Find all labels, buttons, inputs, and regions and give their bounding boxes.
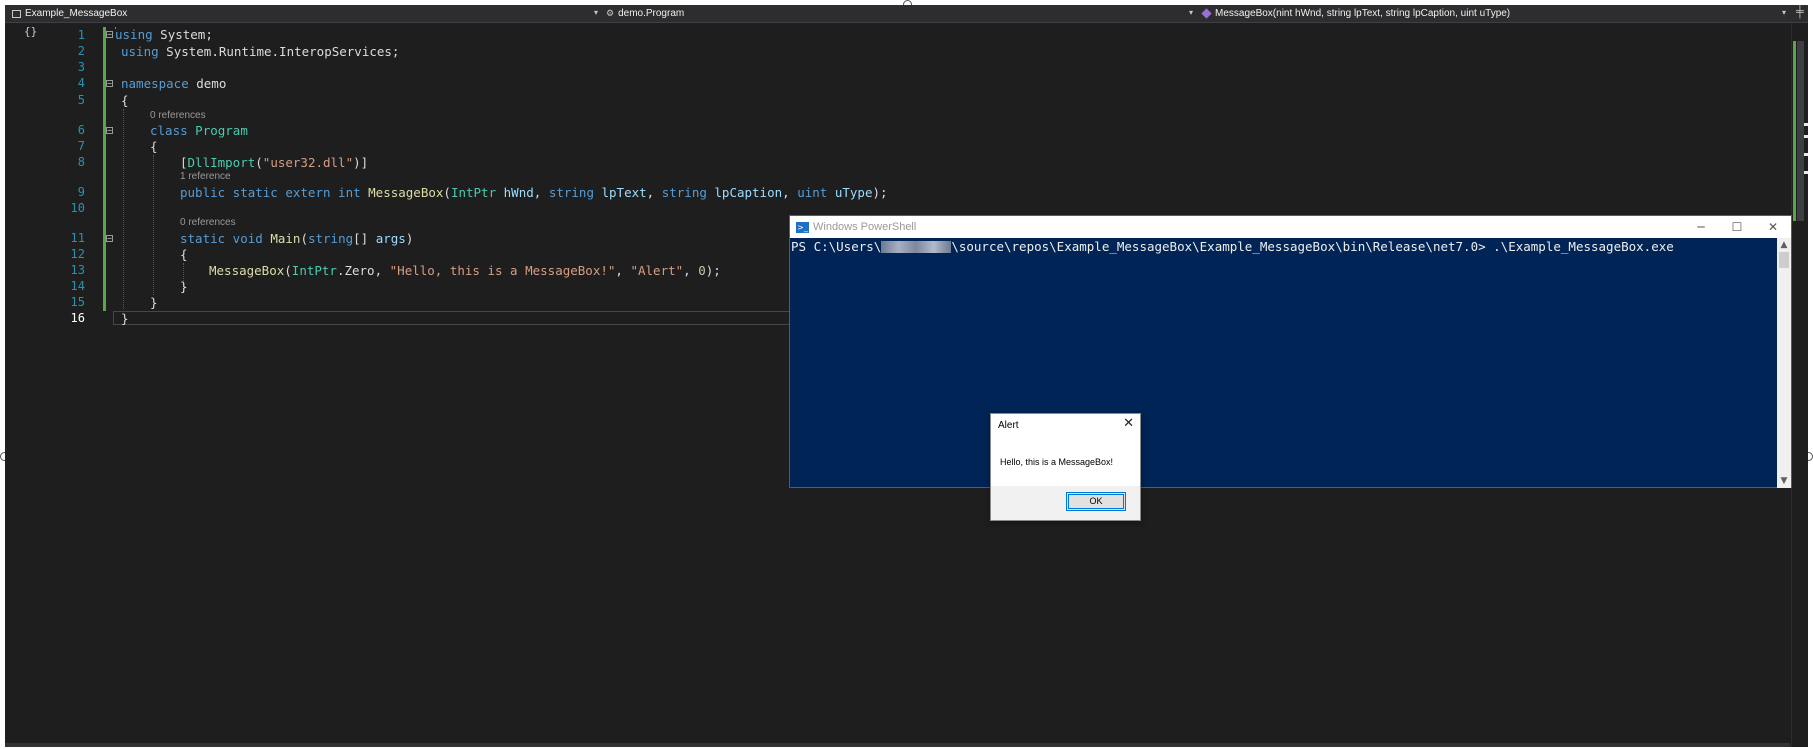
line-number: 4 — [77, 76, 85, 90]
line-number: 9 — [77, 185, 85, 199]
indent-guide — [123, 109, 124, 309]
navigation-bar: Example_MessageBox ▾ ⚙ demo.Program ▾ Me… — [5, 5, 1808, 23]
line-number: 12 — [70, 247, 85, 261]
code-line-1: using System; — [115, 27, 213, 42]
code-line-12: { — [180, 247, 188, 262]
csharp-project-icon — [12, 9, 21, 18]
codelens-class-references[interactable]: 0 references — [150, 110, 206, 121]
redacted-username — [881, 241, 952, 253]
chevron-down-icon[interactable]: ▾ — [1189, 8, 1193, 17]
line-number: 8 — [77, 155, 85, 169]
line-number: 14 — [70, 279, 85, 293]
line-number: 5 — [77, 93, 85, 107]
collapse-icon[interactable]: − — [106, 127, 113, 135]
dialog-message: Hello, this is a MessageBox! — [1000, 457, 1114, 467]
line-number: 1 — [77, 28, 85, 42]
chevron-down-icon[interactable]: ▾ — [594, 8, 598, 17]
ok-button[interactable]: OK — [1066, 492, 1126, 511]
close-button[interactable]: ✕ — [1755, 216, 1791, 238]
dialog-close-button[interactable]: ✕ — [1123, 416, 1134, 431]
member-dropdown[interactable]: MessageBox(nint hWnd, string lpText, str… — [1201, 5, 1511, 22]
class-dropdown[interactable]: ⚙ demo.Program — [606, 5, 684, 22]
code-line-15: } — [150, 295, 158, 310]
line-number: 15 — [70, 295, 85, 309]
chevron-down-icon[interactable]: ▾ — [1782, 8, 1786, 17]
line-number: 10 — [70, 201, 85, 215]
editor-horizontal-scrollbar[interactable] — [5, 743, 1790, 747]
scrollbar-marker — [1804, 153, 1808, 156]
dialog-button-area: OK — [991, 486, 1140, 520]
powershell-scrollbar-thumb[interactable] — [1779, 252, 1789, 268]
change-tracking-bar — [103, 27, 106, 311]
scrollbar-thumb[interactable] — [1797, 41, 1804, 221]
line-number: 7 — [77, 139, 85, 153]
line-number: 13 — [70, 263, 85, 277]
line-number: 3 — [77, 60, 85, 74]
editor-vertical-scrollbar[interactable] — [1791, 23, 1808, 747]
code-line-9: public static extern int MessageBox(IntP… — [180, 185, 888, 200]
code-line-11: static void Main(string[] args) — [180, 231, 414, 246]
collapse-icon[interactable]: − — [106, 80, 113, 88]
scrollbar-change-marker — [1793, 41, 1796, 221]
code-line-8: [DllImport("user32.dll")] — [180, 155, 369, 170]
powershell-title: Windows PowerShell — [813, 221, 917, 233]
codelens-messagebox-references[interactable]: 1 reference — [180, 171, 231, 182]
powershell-icon: >_ — [796, 221, 809, 233]
project-name: Example_MessageBox — [25, 8, 128, 19]
project-dropdown[interactable]: Example_MessageBox — [12, 5, 127, 22]
scroll-up-icon[interactable]: ▲ — [1777, 238, 1791, 252]
line-number: 2 — [77, 44, 85, 58]
line-number: 11 — [70, 231, 85, 245]
powershell-window[interactable]: >_ Windows PowerShell ─ ☐ ✕ PS C:\Users\… — [789, 215, 1792, 488]
line-number: 6 — [77, 123, 85, 137]
powershell-console-output[interactable]: PS C:\Users\ \source\repos\Example_Messag… — [791, 239, 1674, 254]
class-path: demo.Program — [618, 8, 685, 19]
alert-dialog[interactable]: Alert ✕ Hello, this is a MessageBox! OK — [990, 413, 1141, 521]
quick-actions-icon[interactable]: {} — [24, 25, 37, 38]
split-window-icon[interactable]: ╪ — [1796, 6, 1804, 18]
maximize-button[interactable]: ☐ — [1719, 216, 1755, 238]
collapse-icon[interactable]: − — [106, 235, 113, 243]
scroll-down-icon[interactable]: ▼ — [1777, 474, 1791, 488]
powershell-title-bar[interactable]: >_ Windows PowerShell — [790, 216, 1791, 238]
line-number-current: 16 — [70, 311, 85, 325]
code-line-2: using System.Runtime.InteropServices; — [121, 44, 400, 59]
class-icon: ⚙ — [606, 8, 615, 18]
dialog-title: Alert — [998, 420, 1019, 431]
code-line-7: { — [150, 139, 158, 154]
collapse-icon[interactable]: − — [106, 31, 113, 39]
scrollbar-marker — [1804, 123, 1808, 126]
scrollbar-marker — [1804, 171, 1808, 174]
code-line-14: } — [180, 279, 188, 294]
code-line-6: class Program — [150, 123, 248, 138]
scrollbar-marker — [1804, 135, 1808, 138]
code-line-4: namespace demo — [121, 76, 227, 91]
code-line-13: MessageBox(IntPtr.Zero, "Hello, this is … — [209, 263, 721, 278]
code-line-16: } — [121, 311, 129, 326]
member-signature: MessageBox(nint hWnd, string lpText, str… — [1215, 8, 1511, 19]
method-icon — [1201, 8, 1212, 19]
powershell-scrollbar[interactable]: ▲ ▼ — [1777, 238, 1791, 488]
visual-studio-window: Example_MessageBox ▾ ⚙ demo.Program ▾ Me… — [5, 5, 1808, 747]
codelens-main-references[interactable]: 0 references — [180, 217, 236, 228]
minimize-button[interactable]: ─ — [1683, 216, 1719, 238]
indent-guide — [153, 155, 154, 295]
code-line-5: { — [121, 93, 129, 108]
